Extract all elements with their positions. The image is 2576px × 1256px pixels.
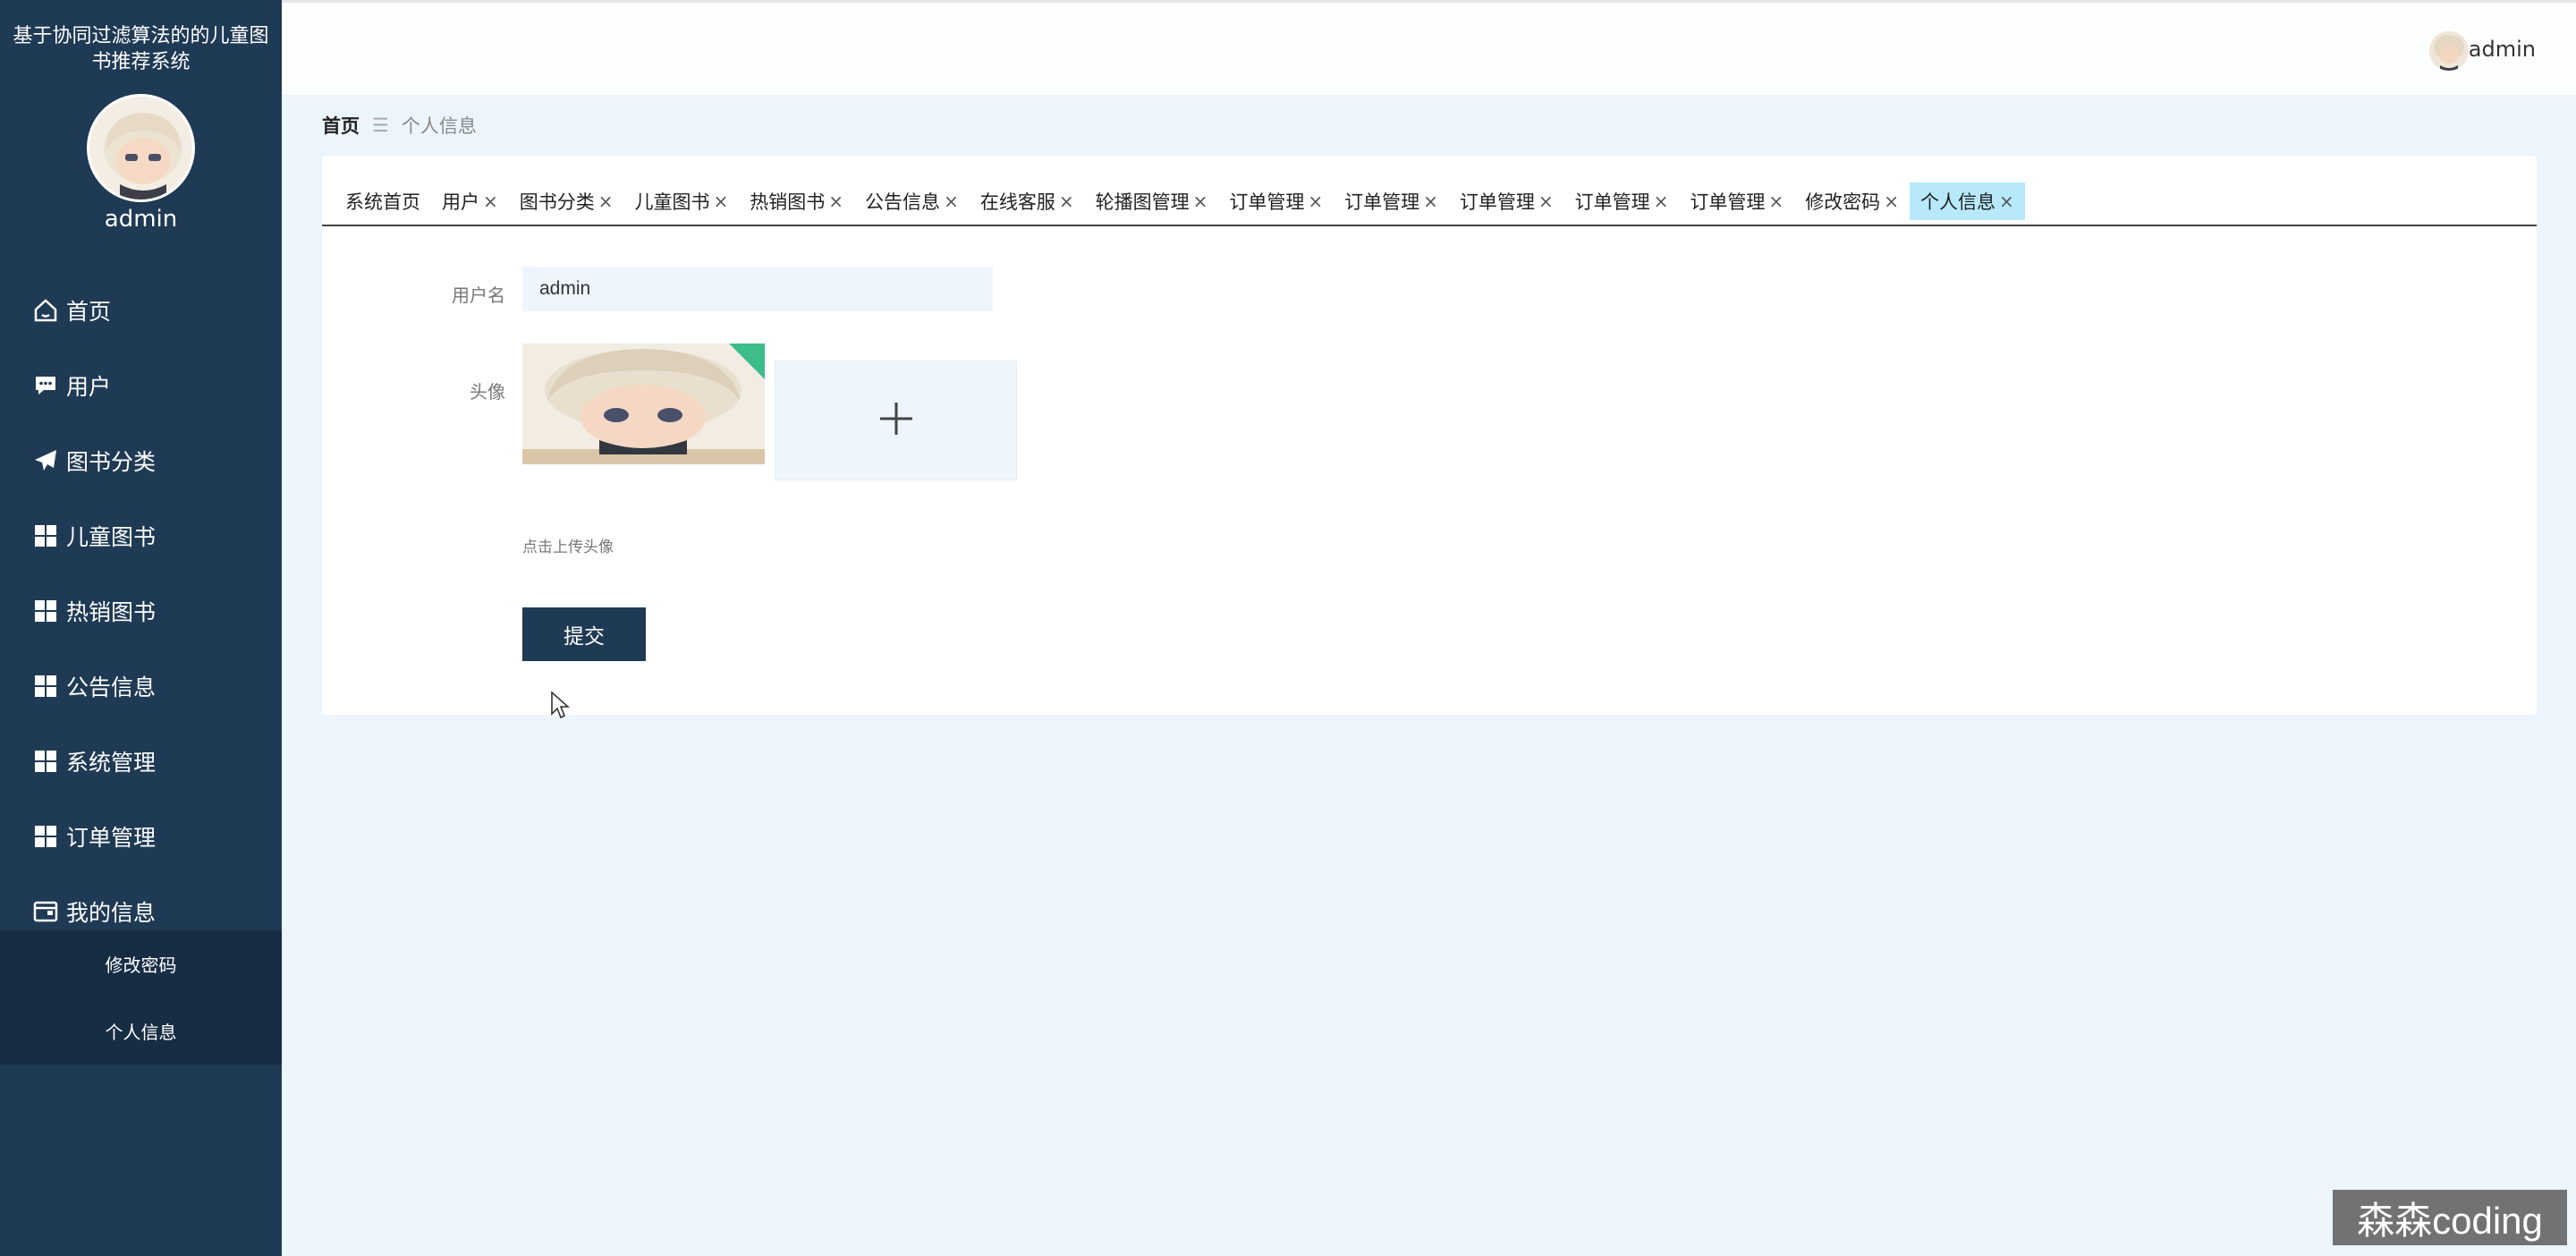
tab-label: 系统首页 xyxy=(345,191,420,213)
tab-label: 订单管理 xyxy=(1574,191,1650,213)
sidebar-item-hot-books[interactable]: 热销图书 xyxy=(0,573,282,649)
sidebar-item-orders[interactable]: 订单管理 xyxy=(0,799,282,874)
close-icon[interactable]: × xyxy=(714,191,729,212)
sidebar-item-announcements[interactable]: 公告信息 xyxy=(0,649,282,724)
home-icon xyxy=(30,295,61,326)
header-username[interactable]: admin xyxy=(2469,37,2536,62)
close-icon[interactable]: × xyxy=(483,191,498,212)
breadcrumb-current: 个人信息 xyxy=(401,115,477,137)
tab-item[interactable]: 图书分类 × xyxy=(509,182,624,220)
grid-icon xyxy=(30,521,61,551)
tab-item[interactable]: 热销图书 × xyxy=(739,182,854,220)
sidebar-item-label: 热销图书 xyxy=(66,599,157,625)
tab-bar: 系统首页 用户 × 图书分类 × 儿童图书 × 热销图书 × 公告信息 × 在线客服 × 轮播图管理 × 订单… xyxy=(335,182,2025,220)
tab-label: 在线客服 xyxy=(979,191,1055,213)
tab-label: 公告信息 xyxy=(865,191,941,213)
sidebar-item-label: 我的信息 xyxy=(66,900,157,926)
submenu-item-personal-info[interactable]: 个人信息 xyxy=(0,997,282,1065)
tab-item[interactable]: 个人信息 × xyxy=(1909,182,2025,220)
sidebar-item-user[interactable]: 用户 xyxy=(0,348,282,423)
tab-item[interactable]: 订单管理 × xyxy=(1218,182,1334,220)
tab-item[interactable]: 修改密码 × xyxy=(1794,182,1910,220)
tab-item[interactable]: 订单管理 × xyxy=(1679,182,1794,220)
breadcrumb-separator-icon: ☰ xyxy=(372,115,389,136)
sidebar-item-label: 首页 xyxy=(66,299,112,325)
sidebar-username: admin xyxy=(104,206,178,233)
watermark: 森森coding xyxy=(2333,1190,2567,1245)
sidebar-menu: 首页 用户 图书分类 儿童图书 热销图书 公告信息 系统管理 订单管理 我的信息 xyxy=(0,273,282,949)
sidebar-item-children-books[interactable]: 儿童图书 xyxy=(0,498,282,573)
chat-icon xyxy=(30,370,61,401)
sidebar-item-label: 用户 xyxy=(66,374,112,400)
close-icon[interactable]: × xyxy=(1654,191,1669,212)
tab-label: 订单管理 xyxy=(1690,191,1766,213)
tab-label: 订单管理 xyxy=(1229,191,1305,213)
close-icon[interactable]: × xyxy=(1538,191,1554,212)
upload-avatar-button[interactable] xyxy=(775,361,1017,480)
system-title: 基于协同过滤算法的的儿童图书推荐系统 xyxy=(13,25,269,73)
tab-label: 订单管理 xyxy=(1344,191,1420,213)
tab-item[interactable]: 订单管理 × xyxy=(1334,182,1449,220)
main-panel: 系统首页 用户 × 图书分类 × 儿童图书 × 热销图书 × 公告信息 × 在线客服 × 轮播图管理 × 订单… xyxy=(322,156,2537,715)
tab-label: 订单管理 xyxy=(1459,191,1535,213)
username-label: 用户名 xyxy=(452,284,505,306)
sidebar-item-label: 公告信息 xyxy=(66,675,157,700)
sidebar-item-label: 订单管理 xyxy=(66,825,157,851)
plus-icon xyxy=(877,399,916,442)
sidebar-item-label: 系统管理 xyxy=(66,750,157,776)
grid-icon xyxy=(30,671,61,701)
sidebar-item-system-management[interactable]: 系统管理 xyxy=(0,724,282,799)
sidebar: 基于协同过滤算法的的儿童图书推荐系统 admin 首页 用户 图书分类 儿童图书… xyxy=(0,0,282,1256)
tab-label: 图书分类 xyxy=(519,191,595,213)
tab-label: 用户 xyxy=(442,191,479,213)
tab-label: 修改密码 xyxy=(1805,191,1881,213)
close-icon[interactable]: × xyxy=(1768,191,1784,212)
mouse-cursor-icon xyxy=(550,691,571,723)
sidebar-item-book-category[interactable]: 图书分类 xyxy=(0,423,282,498)
tab-item[interactable]: 在线客服 × xyxy=(970,182,1085,220)
tab-item[interactable]: 订单管理 × xyxy=(1564,182,1680,220)
tab-item[interactable]: 系统首页 xyxy=(335,182,431,220)
close-icon[interactable]: × xyxy=(944,191,959,212)
close-icon[interactable]: × xyxy=(1884,191,1899,212)
grid-icon xyxy=(30,821,61,852)
upload-hint: 点击上传头像 xyxy=(522,539,614,556)
close-icon[interactable]: × xyxy=(1193,191,1208,212)
header-avatar[interactable] xyxy=(2429,31,2469,71)
close-icon[interactable]: × xyxy=(1308,191,1323,212)
tab-item[interactable]: 用户 × xyxy=(431,182,509,220)
tab-item[interactable]: 儿童图书 × xyxy=(624,182,740,220)
close-icon[interactable]: × xyxy=(1423,191,1438,212)
tab-label: 儿童图书 xyxy=(634,191,710,213)
sidebar-avatar xyxy=(87,94,195,202)
tab-label: 个人信息 xyxy=(1919,191,1996,213)
breadcrumb: 首页 ☰ 个人信息 xyxy=(322,112,477,139)
tab-item[interactable]: 公告信息 × xyxy=(854,182,970,220)
tab-divider xyxy=(322,225,2537,226)
avatar-label: 头像 xyxy=(470,381,505,403)
username-field[interactable]: admin xyxy=(522,267,993,311)
sidebar-item-label: 儿童图书 xyxy=(66,524,157,550)
close-icon[interactable]: × xyxy=(828,191,843,212)
close-icon[interactable]: × xyxy=(1999,191,2014,212)
grid-icon xyxy=(30,596,61,626)
submit-button[interactable]: 提交 xyxy=(522,607,646,661)
avatar-preview[interactable] xyxy=(522,344,765,464)
grid-icon xyxy=(30,746,61,777)
upload-success-corner xyxy=(729,344,765,379)
breadcrumb-home[interactable]: 首页 xyxy=(322,112,360,139)
sidebar-item-home[interactable]: 首页 xyxy=(0,273,282,348)
tab-item[interactable]: 轮播图管理 × xyxy=(1085,182,1219,220)
submenu-my-info: 修改密码 个人信息 xyxy=(0,930,282,1065)
paper-plane-icon xyxy=(30,446,61,476)
tab-item[interactable]: 订单管理 × xyxy=(1449,182,1564,220)
top-header: admin xyxy=(282,0,2576,95)
tab-label: 热销图书 xyxy=(750,191,826,213)
tab-label: 轮播图管理 xyxy=(1095,191,1190,213)
wallet-icon xyxy=(30,896,61,927)
close-icon[interactable]: × xyxy=(598,191,614,212)
submenu-item-change-password[interactable]: 修改密码 xyxy=(0,930,282,997)
close-icon[interactable]: × xyxy=(1059,191,1074,212)
sidebar-item-label: 图书分类 xyxy=(66,449,157,475)
